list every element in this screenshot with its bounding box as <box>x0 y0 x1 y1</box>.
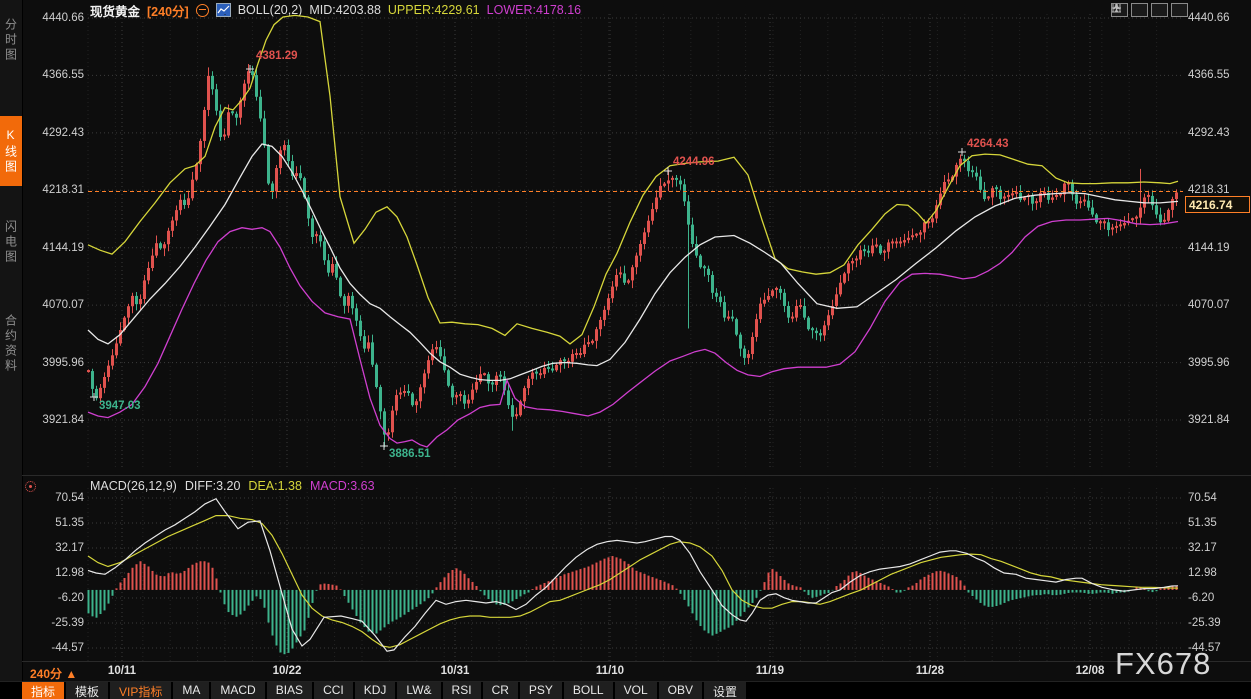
x-axis-date: 11/19 <box>756 665 784 677</box>
period-selector[interactable]: 240分 ▲ <box>30 665 77 682</box>
price-annotation: 4244.96 <box>673 156 715 168</box>
price-annotation: 4381.29 <box>256 50 298 62</box>
toolbar-item-设置[interactable]: 设置 <box>704 682 746 699</box>
macd-params: MACD(26,12,9) <box>90 479 177 493</box>
toolbar-item-RSI[interactable]: RSI <box>443 682 481 699</box>
macd-tick-left: 12.98 <box>28 567 84 579</box>
macd-diff-value: DIFF:3.20 <box>185 479 241 493</box>
triangle-up-icon: ▲ <box>65 667 77 681</box>
macd-tick-right: 12.98 <box>1188 567 1217 579</box>
x-axis-date: 12/08 <box>1076 665 1105 677</box>
main-price-tick-left: 3921.84 <box>28 414 84 426</box>
main-price-tick-right: 3995.96 <box>1188 357 1230 369</box>
indicator-dot-icon[interactable] <box>25 481 36 492</box>
main-price-tick-left: 3995.96 <box>28 357 84 369</box>
main-price-tick-right: 4366.55 <box>1188 69 1230 81</box>
macd-tick-left: -25.39 <box>28 617 84 629</box>
main-price-tick-right: 4440.66 <box>1188 12 1230 24</box>
toolbar-item-PSY[interactable]: PSY <box>520 682 562 699</box>
main-price-tick-left: 4144.19 <box>28 242 84 254</box>
macd-macd-value: MACD:3.63 <box>310 479 375 493</box>
toolbar-item-指标[interactable]: 指标 <box>22 682 64 699</box>
toolbar-item-模板[interactable]: 模板 <box>66 682 108 699</box>
toolbar-item-CCI[interactable]: CCI <box>314 682 353 699</box>
main-price-tick-right: 4144.19 <box>1188 242 1230 254</box>
x-axis-date: 11/28 <box>916 665 944 677</box>
price-annotation: 3886.51 <box>389 448 431 460</box>
macd-tick-right: -6.20 <box>1188 592 1214 604</box>
macd-header: MACD(26,12,9) DIFF:3.20 DEA:1.38 MACD:3.… <box>90 479 375 493</box>
toolbar-item-OBV[interactable]: OBV <box>659 682 702 699</box>
main-price-tick-right: 4292.43 <box>1188 127 1230 139</box>
macd-tick-right: 70.54 <box>1188 492 1217 504</box>
main-price-tick-left: 4218.31 <box>28 184 84 196</box>
main-price-tick-right: 4070.07 <box>1188 299 1230 311</box>
toolbar-item-CR[interactable]: CR <box>483 682 518 699</box>
macd-tick-left: -6.20 <box>28 592 84 604</box>
main-price-tick-left: 4366.55 <box>28 69 84 81</box>
toolbar-item-BIAS[interactable]: BIAS <box>267 682 312 699</box>
x-axis-date: 11/10 <box>596 665 624 677</box>
toolbar-item-MA[interactable]: MA <box>173 682 209 699</box>
macd-tick-right: 51.35 <box>1188 517 1217 529</box>
chart-canvas[interactable] <box>0 0 1251 699</box>
last-price-tag: 4216.74 <box>1185 196 1250 213</box>
main-price-tick-left: 4070.07 <box>28 299 84 311</box>
toolbar-item-MACD[interactable]: MACD <box>211 682 264 699</box>
x-axis-date: 10/31 <box>441 665 470 677</box>
main-price-tick-right: 3921.84 <box>1188 414 1230 426</box>
price-annotation: 3947.03 <box>99 400 141 412</box>
toolbar-item-KDJ[interactable]: KDJ <box>355 682 396 699</box>
trading-app-window: 分时图K线图闪电图合约资料 现货黄金 [240分] BOLL(20,2) MID… <box>0 0 1251 699</box>
macd-tick-left: 70.54 <box>28 492 84 504</box>
macd-tick-left: -44.57 <box>28 642 84 654</box>
macd-tick-left: 51.35 <box>28 517 84 529</box>
x-axis-date: 10/22 <box>273 665 302 677</box>
main-price-tick-left: 4292.43 <box>28 127 84 139</box>
macd-dea-value: DEA:1.38 <box>248 479 302 493</box>
main-price-tick-left: 4440.66 <box>28 12 84 24</box>
price-annotation: 4264.43 <box>967 138 1009 150</box>
toolbar-item-LW&[interactable]: LW& <box>397 682 440 699</box>
macd-tick-left: 32.17 <box>28 542 84 554</box>
indicator-toolbar: 指标模板VIP指标MAMACDBIASCCIKDJLW&RSICRPSYBOLL… <box>22 682 746 699</box>
macd-tick-right: -25.39 <box>1188 617 1221 629</box>
watermark: FX678 <box>1115 646 1211 682</box>
macd-tick-right: 32.17 <box>1188 542 1217 554</box>
x-axis-date: 10/11 <box>108 665 136 677</box>
toolbar-item-BOLL[interactable]: BOLL <box>564 682 613 699</box>
main-price-tick-right: 4218.31 <box>1188 184 1230 196</box>
toolbar-item-VIP指标[interactable]: VIP指标 <box>110 682 171 699</box>
toolbar-item-VOL[interactable]: VOL <box>615 682 657 699</box>
